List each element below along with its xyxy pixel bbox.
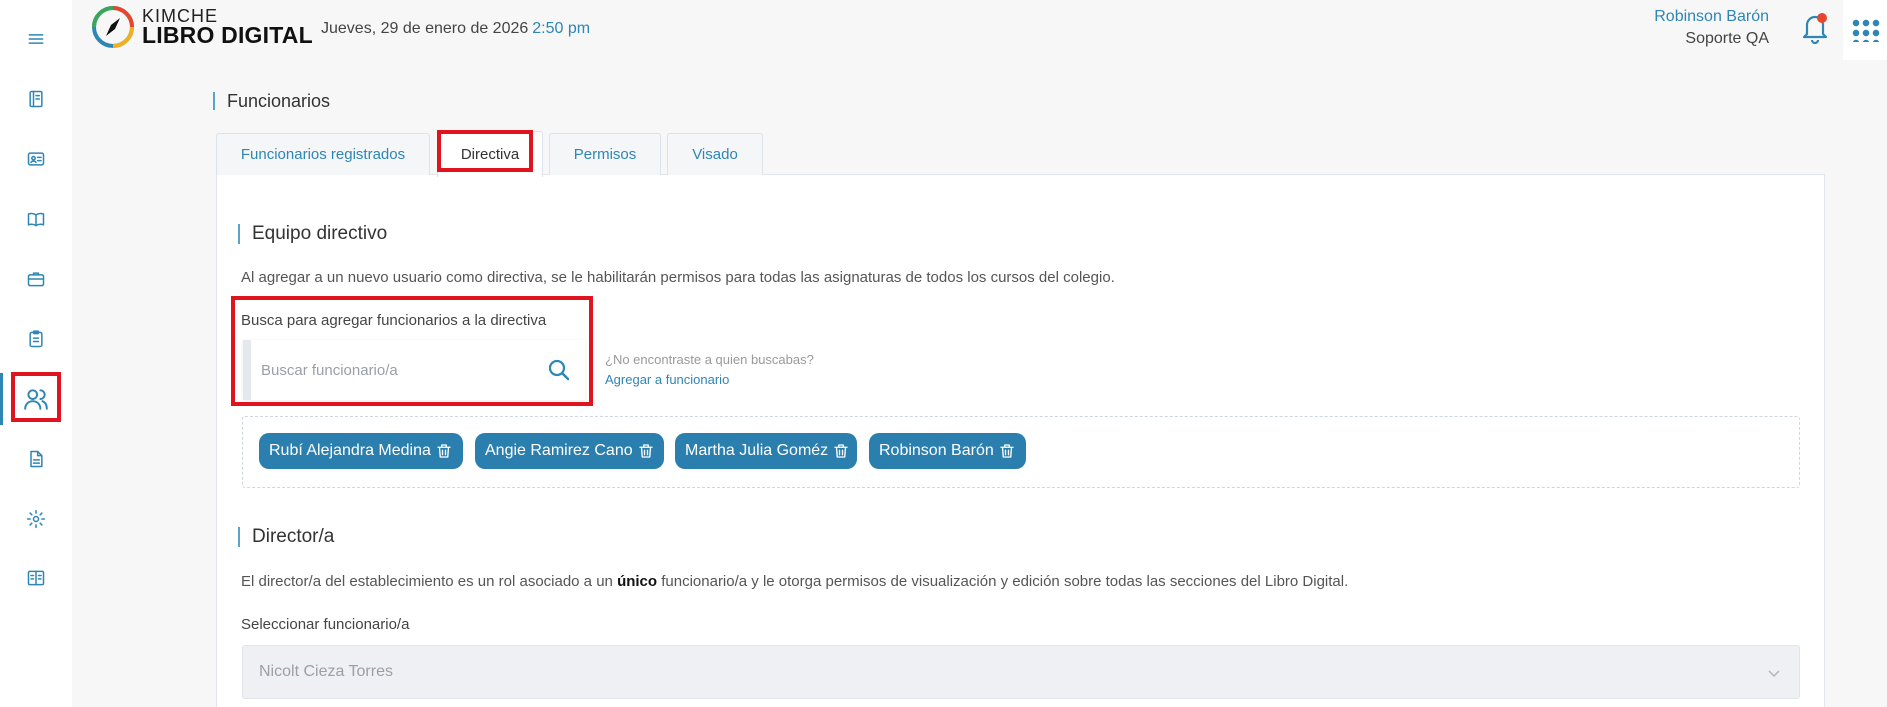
- member-name: Rubí Alejandra Medina: [269, 442, 431, 459]
- chevron-down-icon: [1768, 670, 1780, 678]
- page-title: Funcionarios: [213, 92, 330, 110]
- time-text: 2:50 pm: [532, 20, 591, 37]
- users-icon[interactable]: [0, 373, 72, 425]
- briefcase-icon[interactable]: [0, 261, 72, 297]
- member-chip: Martha Julia Goméz: [675, 433, 857, 469]
- equipo-description: Al agregar a un nuevo usuario como direc…: [241, 269, 1115, 286]
- apps-grid-icon[interactable]: [1843, 0, 1887, 60]
- kimche-logo: [92, 6, 134, 48]
- trash-icon[interactable]: [435, 442, 453, 460]
- director-desc-pre: El director/a del establecimiento es un …: [241, 573, 618, 590]
- trash-icon[interactable]: [998, 442, 1016, 460]
- trash-icon[interactable]: [832, 442, 850, 460]
- search-icon[interactable]: [547, 358, 571, 382]
- tab-directiva[interactable]: Directiva: [437, 131, 543, 177]
- director-title: Director/a: [238, 527, 334, 547]
- not-found-hint: ¿No encontraste a quien buscabas?: [605, 352, 814, 367]
- notebook-icon[interactable]: [0, 81, 72, 117]
- gear-icon[interactable]: [0, 501, 72, 537]
- reader-icon[interactable]: [0, 560, 72, 596]
- menu-icon[interactable]: [0, 21, 72, 57]
- equipo-directivo-title: Equipo directivo: [238, 224, 387, 244]
- member-chip: Rubí Alejandra Medina: [259, 433, 463, 469]
- member-chip: Angie Ramirez Cano: [475, 433, 664, 469]
- top-bar: KIMCHE LIBRO DIGITAL Jueves, 29 de enero…: [72, 0, 1887, 60]
- tab-permisos[interactable]: Permisos: [549, 133, 661, 175]
- sidebar: [0, 0, 72, 707]
- search-input[interactable]: [261, 350, 531, 390]
- director-select-value: Nicolt Cieza Torres: [259, 663, 393, 680]
- bell-icon[interactable]: [1799, 10, 1831, 44]
- director-select[interactable]: Nicolt Cieza Torres: [242, 645, 1800, 699]
- date-text: Jueves, 29 de enero de 2026: [321, 20, 529, 37]
- clipboard-icon[interactable]: [0, 321, 72, 357]
- tab-visado[interactable]: Visado: [667, 133, 763, 175]
- tab-funcionarios-registrados[interactable]: Funcionarios registrados: [216, 133, 430, 175]
- member-name: Martha Julia Goméz: [685, 442, 829, 459]
- search-box: [243, 340, 585, 400]
- id-card-icon[interactable]: [0, 141, 72, 177]
- director-desc-bold: único: [617, 573, 658, 590]
- user-name[interactable]: Robinson Barón: [1654, 8, 1769, 26]
- search-label: Busca para agregar funcionarios a la dir…: [241, 312, 547, 329]
- open-book-icon[interactable]: [0, 201, 72, 237]
- select-label: Seleccionar funcionario/a: [241, 616, 410, 633]
- current-date: Jueves, 29 de enero de 2026 2:50 pm: [321, 20, 590, 38]
- director-desc-post: funcionario/a y le otorga permisos de vi…: [657, 573, 1349, 590]
- member-name: Robinson Barón: [879, 442, 994, 459]
- document-icon[interactable]: [0, 441, 72, 477]
- user-role: Soporte QA: [1685, 30, 1769, 47]
- member-chip: Robinson Barón: [869, 433, 1026, 469]
- brand-bottom: LIBRO DIGITAL: [142, 22, 313, 48]
- director-description: El director/a del establecimiento es un …: [241, 573, 1348, 590]
- add-funcionario-link[interactable]: Agregar a funcionario: [605, 372, 729, 387]
- member-name: Angie Ramirez Cano: [485, 442, 633, 459]
- trash-icon[interactable]: [637, 442, 655, 460]
